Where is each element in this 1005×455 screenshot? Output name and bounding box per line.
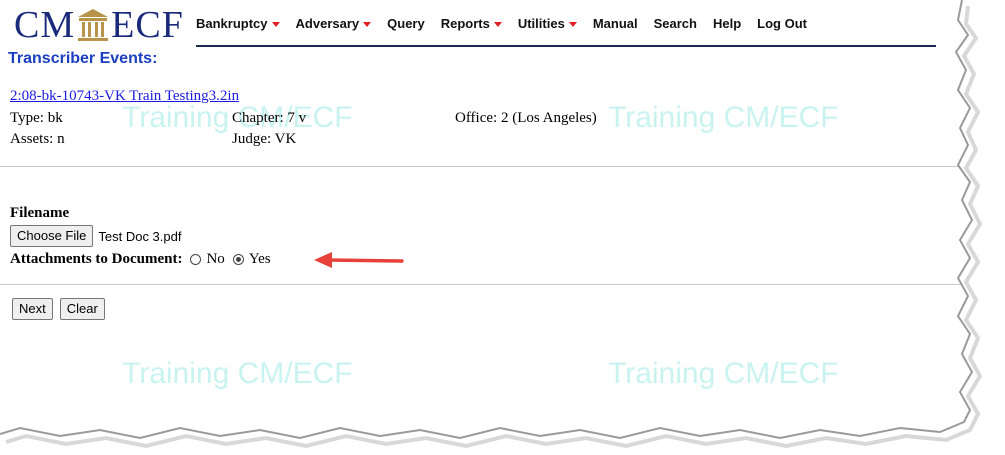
case-assets: Assets: n (10, 131, 65, 147)
menu-label: Reports (440, 16, 490, 31)
annotation-arrow-icon (314, 252, 404, 268)
case-chapter: Chapter: 7 v (232, 110, 307, 126)
main-menu: Bankruptcy Adversary Query Reports Utili… (196, 16, 823, 31)
menu-label: Help (712, 16, 742, 31)
option-yes-label: Yes (248, 251, 271, 267)
case-number-link[interactable]: 2:08-bk-10743-VK Train Testing3.2in (10, 88, 239, 105)
page: Training CM/ECF Training CM/ECF Training… (0, 0, 985, 430)
case-office: Office: 2 (Los Angeles) (455, 110, 597, 126)
watermark: Training CM/ECF (608, 101, 839, 134)
watermark: Training CM/ECF (122, 357, 353, 390)
menu-manual[interactable]: Manual (593, 16, 638, 31)
menu-logout[interactable]: Log Out (757, 16, 807, 31)
menu-label: Log Out (757, 16, 807, 31)
menu-query[interactable]: Query (387, 16, 425, 31)
chevron-down-icon (568, 22, 577, 27)
divider (0, 284, 985, 285)
attachments-no-radio[interactable] (190, 254, 202, 265)
menu-label: Adversary (295, 16, 360, 31)
attachments-yes-radio[interactable] (232, 254, 244, 265)
attachments-field: Attachments to Document: No Yes (10, 251, 277, 268)
clear-button[interactable]: Clear (59, 298, 105, 320)
menu-label: Bankruptcy (196, 16, 268, 31)
menu-utilities[interactable]: Utilities (518, 16, 577, 31)
chevron-down-icon (363, 22, 372, 27)
courthouse-icon (78, 9, 109, 41)
menu-bankruptcy[interactable]: Bankruptcy (196, 16, 280, 31)
menu-label: Manual (592, 16, 638, 31)
menu-label: Utilities (517, 16, 565, 31)
menu-label: Query (387, 16, 425, 31)
attachments-label: Attachments to Document: (10, 251, 183, 267)
next-button[interactable]: Next (12, 298, 53, 320)
menu-label: Search (653, 16, 697, 31)
choose-file-button[interactable]: Choose File (10, 225, 94, 247)
menu-help[interactable]: Help (713, 16, 741, 31)
menu-adversary[interactable]: Adversary (296, 16, 372, 31)
logo-text-cm: CM (14, 4, 76, 46)
form-actions: Next Clear (12, 298, 105, 320)
option-no-label: No (206, 251, 225, 267)
file-input: Choose File Test Doc 3.pdf (10, 225, 181, 247)
chevron-down-icon (271, 22, 280, 27)
case-type: Type: bk (10, 110, 63, 126)
divider (0, 166, 985, 167)
header-divider (196, 45, 936, 47)
menu-reports[interactable]: Reports (441, 16, 502, 31)
case-judge: Judge: VK (232, 131, 297, 147)
selected-file-name: Test Doc 3.pdf (98, 228, 182, 244)
filename-label: Filename (10, 205, 70, 221)
cmecf-logo[interactable]: CM ECF (14, 5, 184, 45)
page-title: Transcriber Events: (8, 50, 158, 67)
menu-search[interactable]: Search (654, 16, 697, 31)
watermark: Training CM/ECF (608, 357, 839, 390)
logo-text-ecf: ECF (111, 4, 184, 46)
chevron-down-icon (493, 22, 502, 27)
